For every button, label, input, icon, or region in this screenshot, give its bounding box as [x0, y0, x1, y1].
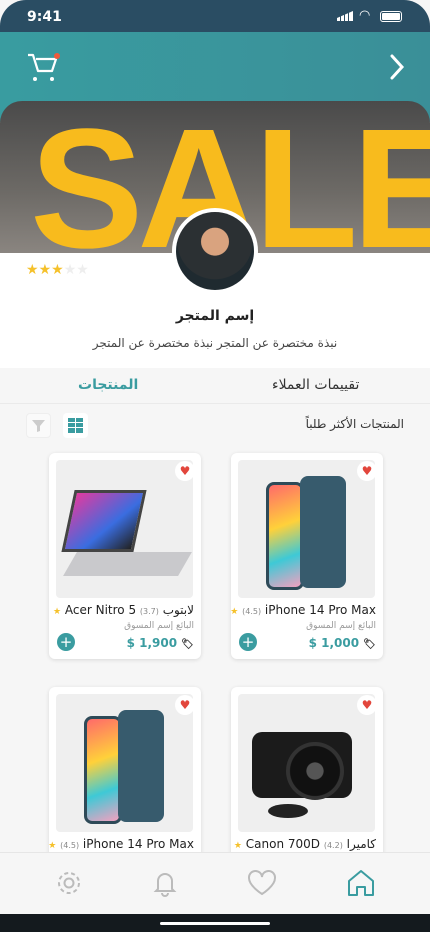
- grid-view-button[interactable]: [63, 413, 88, 438]
- status-bar: 9:41 ◠: [0, 0, 430, 32]
- product-card[interactable]: ♥ ★ (4.5) iPhone 14 Pro Max البائع إسم ا…: [230, 453, 383, 659]
- product-seller: البائع إسم المسوق: [306, 621, 376, 631]
- camera-lens: [286, 742, 344, 800]
- status-time: 9:41: [27, 9, 62, 25]
- product-image: [56, 460, 193, 598]
- tab-products[interactable]: المنتجات: [78, 377, 138, 393]
- star-empty-icon: ★: [76, 262, 89, 278]
- store-bio: نبذة مختصرة عن المتجر نبذة مختصرة عن الم…: [92, 336, 338, 350]
- store-name: إسم المتجر: [175, 308, 255, 324]
- product-card[interactable]: ♥ لابتوب Acer Nitro 5 (3.7) ★ البائع إسم…: [49, 453, 201, 659]
- home-indicator-bar: [0, 914, 430, 932]
- cart-icon[interactable]: [26, 52, 60, 84]
- phone-front: [84, 716, 122, 824]
- add-to-cart-button[interactable]: +: [57, 633, 75, 651]
- filter-icon: [32, 420, 45, 432]
- laptop-screen: [61, 490, 147, 552]
- favorite-heart-icon[interactable]: ♥: [357, 461, 377, 481]
- price-tag-icon: 🏷: [363, 639, 376, 650]
- tab-customer-reviews[interactable]: تقييمات العملاء: [272, 377, 359, 393]
- store-rating: ★★★★★: [26, 259, 89, 278]
- star-icon: ★: [48, 841, 57, 851]
- favorite-heart-icon[interactable]: ♥: [357, 695, 377, 715]
- price-tag-icon: 🏷: [181, 639, 194, 650]
- phone-front: [266, 482, 304, 590]
- star-icon: ★: [230, 607, 239, 617]
- favorite-heart-icon[interactable]: ♥: [175, 695, 195, 715]
- product-card[interactable]: ♥ ★ (4.5) iPhone 14 Pro Max: [48, 687, 201, 867]
- chevron-right-icon[interactable]: [388, 52, 406, 82]
- store-avatar: [172, 208, 258, 294]
- notifications-bell-icon[interactable]: [151, 869, 179, 897]
- tabs: تقييمات العملاء المنتجات: [0, 368, 430, 404]
- star-icon: ★: [26, 262, 39, 278]
- grid-icon: [68, 418, 83, 433]
- laptop-base: [63, 552, 192, 576]
- home-icon[interactable]: [346, 868, 376, 898]
- favorites-heart-icon[interactable]: [246, 869, 278, 897]
- bottom-nav: [0, 852, 430, 914]
- product-title: كاميرا Canon 700D (4.2) ★: [233, 837, 376, 851]
- filter-button[interactable]: [26, 413, 51, 438]
- star-icon: ★: [51, 262, 64, 278]
- settings-gear-icon[interactable]: [55, 869, 83, 897]
- star-icon: ★: [38, 262, 52, 278]
- product-image: [238, 460, 375, 598]
- lens-cap: [268, 804, 308, 818]
- favorite-heart-icon[interactable]: ♥: [175, 461, 195, 481]
- product-price: $ 1,000 🏷: [308, 636, 376, 650]
- phone-back: [300, 476, 346, 588]
- star-icon: ★: [52, 607, 62, 617]
- star-icon: ★: [233, 841, 242, 851]
- section-title: المنتجات الأكثر طلباً: [305, 417, 404, 431]
- wifi-icon: ◠: [359, 8, 371, 23]
- star-empty-icon: ★: [63, 262, 77, 278]
- signal-icon: [337, 11, 353, 21]
- phone-back: [118, 710, 164, 822]
- product-image: [56, 694, 193, 832]
- product-title: ★ (4.5) iPhone 14 Pro Max: [230, 603, 376, 617]
- product-title: لابتوب Acer Nitro 5 (3.7) ★: [52, 603, 194, 617]
- product-seller: البائع إسم المسوق: [124, 621, 194, 631]
- product-price: $ 1,900 🏷: [126, 636, 194, 650]
- product-image: [238, 694, 375, 832]
- product-title: ★ (4.5) iPhone 14 Pro Max: [48, 837, 194, 851]
- battery-icon: [380, 11, 402, 22]
- product-card[interactable]: ♥ كاميرا Canon 700D (4.2) ★: [231, 687, 383, 867]
- add-to-cart-button[interactable]: +: [239, 633, 257, 651]
